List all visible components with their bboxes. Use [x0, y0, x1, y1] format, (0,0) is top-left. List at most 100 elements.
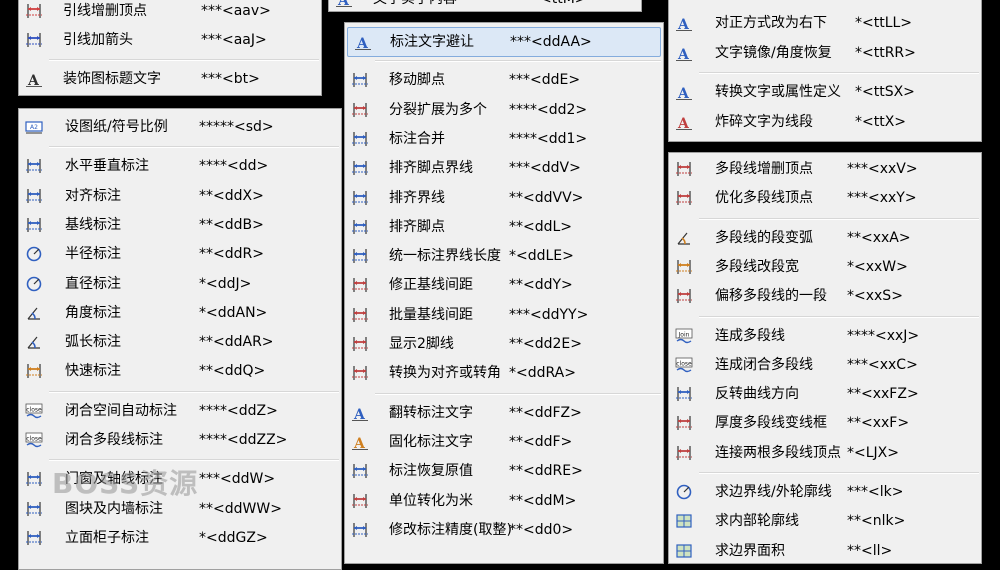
menu-item-ddgz[interactable]: 立面柜子标注 *<ddGZ> [19, 524, 341, 552]
menu-separator [375, 392, 661, 395]
menu-item-label: 翻转标注文字 [389, 404, 473, 421]
svg-text:A: A [27, 73, 40, 88]
menu-item-dd[interactable]: 水平垂直标注 ****<dd> [19, 152, 341, 180]
menu-item-ddx[interactable]: 对齐标注 **<ddX> [19, 182, 341, 210]
align-foot-icon [351, 218, 369, 236]
menu-item-ddb[interactable]: 基线标注 **<ddB> [19, 211, 341, 239]
menu-item-shortcut: ****<ddZ> [199, 402, 278, 419]
menu-item-dde[interactable]: 移动脚点 ***<ddE> [345, 66, 663, 94]
menu-item-dd2e[interactable]: 显示2脚线 **<dd2E> [345, 330, 663, 358]
menu-item-shortcut: ***<ttM> [519, 0, 587, 8]
menu-item-shortcut: *<xxW> [847, 258, 908, 275]
closed-space-dim-icon: close [25, 402, 43, 420]
menu-item-ddvv[interactable]: 排齐界线 **<ddVV> [345, 184, 663, 212]
menu-item-ddyy[interactable]: 批量基线间距 ***<ddYY> [345, 301, 663, 329]
menu-item-ddan[interactable]: 角度标注 *<ddAN> [19, 299, 341, 327]
menu-item-shortcut: ****<xxJ> [847, 327, 920, 344]
menu-item-aav[interactable]: 引线增删顶点 ***<aav> [19, 0, 321, 25]
menu-item-xxy[interactable]: 优化多段线顶点 ***<xxY> [669, 184, 981, 212]
menu-text: A 对正方式改为右下 *<ttLL> A 文字镜像/角度恢复 *<ttRR> A 转换文字或属… [668, 0, 982, 142]
menu-item-xxf[interactable]: 厚度多段线变线框 **<xxF> [669, 409, 981, 437]
menu-separator [699, 72, 979, 74]
menu-item-label: 弧长标注 [65, 334, 121, 351]
menu-item-aaj[interactable]: 引线加箭头 ***<aaJ> [19, 26, 321, 54]
menu-item-label: 排齐脚点界线 [389, 160, 473, 177]
menu-item-shortcut: ***<xxY> [847, 190, 917, 207]
menu-item-label: 移动脚点 [389, 72, 445, 89]
menu-item-shortcut: *<ttSX> [855, 84, 915, 100]
menu-item-ddzz[interactable]: close 闭合多段线标注 ****<ddZZ> [19, 426, 341, 454]
merge-dim-icon [351, 130, 369, 148]
menu-item-ttsx[interactable]: A 转换文字或属性定义 *<ttSX> [669, 78, 981, 106]
menu-item-ddv[interactable]: 排齐脚点界线 ***<ddV> [345, 154, 663, 182]
menu-item-xxw[interactable]: 多段线改段宽 *<xxW> [669, 253, 981, 281]
flip-text-icon: A [351, 404, 369, 422]
menu-item-label: 连成多段线 [715, 327, 785, 344]
menu-item-ddf[interactable]: A 固化标注文字 **<ddF> [345, 428, 663, 456]
menu-item-xxa[interactable]: 多段线的段变弧 **<xxA> [669, 224, 981, 252]
menu-item-ttm[interactable]: A 文字实子内容 ***<ttM> [329, 0, 641, 11]
menu-item-ddle[interactable]: 统一标注界线长度 *<ddLE> [345, 242, 663, 270]
menu-item-xxv[interactable]: 多段线增删顶点 ***<xxV> [669, 155, 981, 183]
menu-item-ddl[interactable]: 排齐脚点 **<ddL> [345, 213, 663, 241]
menu-item-ddre[interactable]: 标注恢复原值 **<ddRE> [345, 457, 663, 485]
menu-item-shortcut: **<ddX> [199, 187, 264, 204]
menu-item-shortcut: **<xxF> [847, 415, 910, 432]
svg-text:A: A [677, 116, 690, 131]
menu-item-dd0[interactable]: 修改标注精度(取整) **<dd0> [345, 516, 663, 544]
menu-item-dd1[interactable]: 标注合并 ****<dd1> [345, 125, 663, 153]
menu-item-xxj[interactable]: Join 连成多段线 ****<xxJ> [669, 322, 981, 350]
boundary-icon [675, 483, 693, 501]
menu-item-ddfz[interactable]: A 翻转标注文字 **<ddFZ> [345, 399, 663, 427]
menu-item-label: 对齐标注 [65, 187, 121, 204]
menu-item-sd[interactable]: A2 设图纸/符号比例 *****<sd> [19, 113, 341, 141]
menu-item-ddy[interactable]: 修正基线间距 **<ddY> [345, 271, 663, 299]
menu-item-ttx[interactable]: A 炸碎文字为线段 *<ttX> [669, 108, 981, 136]
menu-item-ddm[interactable]: 单位转化为米 **<ddM> [345, 487, 663, 515]
svg-text:close: close [26, 406, 42, 413]
menu-item-ljx[interactable]: 连接两根多段线顶点 *<LJX> [669, 439, 981, 467]
menu-item-shortcut: **<ll> [847, 542, 893, 559]
leader-arrow-icon [25, 31, 43, 49]
menu-item-xxfz[interactable]: 反转曲线方向 **<xxFZ> [669, 380, 981, 408]
menu-item-ddra[interactable]: 转换为对齐或转角 *<ddRA> [345, 359, 663, 387]
menu-item-shortcut: ***<ddW> [199, 471, 276, 488]
menu-item-dd2[interactable]: 分裂扩展为多个 ****<dd2> [345, 96, 663, 124]
menu-item-xxc[interactable]: close 连成闭合多段线 ***<xxC> [669, 351, 981, 379]
menu-item-shortcut: *<ddJ> [199, 275, 252, 292]
menu-item-ll[interactable]: 求边界面积 **<ll> [669, 537, 981, 563]
menu-item-xxs[interactable]: 偏移多段线的一段 *<xxS> [669, 282, 981, 310]
menu-item-label: 图块及内墙标注 [65, 500, 163, 517]
menu-item-ddq[interactable]: 快速标注 **<ddQ> [19, 357, 341, 385]
menu-item-ddw[interactable]: 门窗及轴线标注 ***<ddW> [19, 465, 341, 493]
linear-dim-icon [25, 157, 43, 175]
menu-item-ddz[interactable]: close 闭合空间自动标注 ****<ddZ> [19, 397, 341, 425]
menu-item-lk[interactable]: 求边界线/外轮廓线 ***<lk> [669, 478, 981, 506]
menu-item-ddj[interactable]: 直径标注 *<ddJ> [19, 270, 341, 298]
menu-item-shortcut: **<nlk> [847, 513, 906, 530]
menu-item-shortcut: **<xxA> [847, 229, 911, 246]
menu-item-shortcut: **<ddL> [509, 218, 573, 235]
menu-item-ttrr[interactable]: A 文字镜像/角度恢复 *<ttRR> [669, 39, 981, 67]
unify-ext-length-icon [351, 247, 369, 265]
menu-item-shortcut: ****<dd2> [509, 101, 588, 118]
menu-item-ddar[interactable]: 弧长标注 **<ddAR> [19, 328, 341, 356]
menu-item-ddr[interactable]: 半径标注 **<ddR> [19, 240, 341, 268]
menu-item-nlk[interactable]: 求内部轮廓线 **<nlk> [669, 507, 981, 535]
menu-item-ttll[interactable]: A 对正方式改为右下 *<ttLL> [669, 9, 981, 37]
menu-polyline: 多段线增删顶点 ***<xxV> 优化多段线顶点 ***<xxY> 多段线的段变弧 **<… [668, 152, 982, 564]
menu-item-label: 立面柜子标注 [65, 529, 149, 546]
closed-pline-dim-icon: close [25, 431, 43, 449]
svg-text:A: A [353, 407, 366, 422]
leader-vertex-icon [25, 2, 43, 20]
menu-separator [375, 60, 661, 63]
menu-item-ddww[interactable]: 图块及内墙标注 **<ddWW> [19, 495, 341, 523]
menu-item-ddaa[interactable]: A 标注文字避让 ***<ddAA> [347, 27, 661, 57]
menu-item-shortcut: *<ttLL> [855, 15, 913, 31]
menu-text-partial: A 文字实子内容 ***<ttM> [328, 0, 642, 12]
menu-item-shortcut: **<ddB> [199, 216, 264, 233]
menu-item-bt[interactable]: A 装饰图标题文字 ***<bt> [19, 65, 321, 93]
menu-item-shortcut: ****<dd1> [509, 130, 588, 147]
menu-item-label: 标注文字避让 [390, 34, 474, 50]
menu-item-label: 固化标注文字 [389, 433, 473, 450]
